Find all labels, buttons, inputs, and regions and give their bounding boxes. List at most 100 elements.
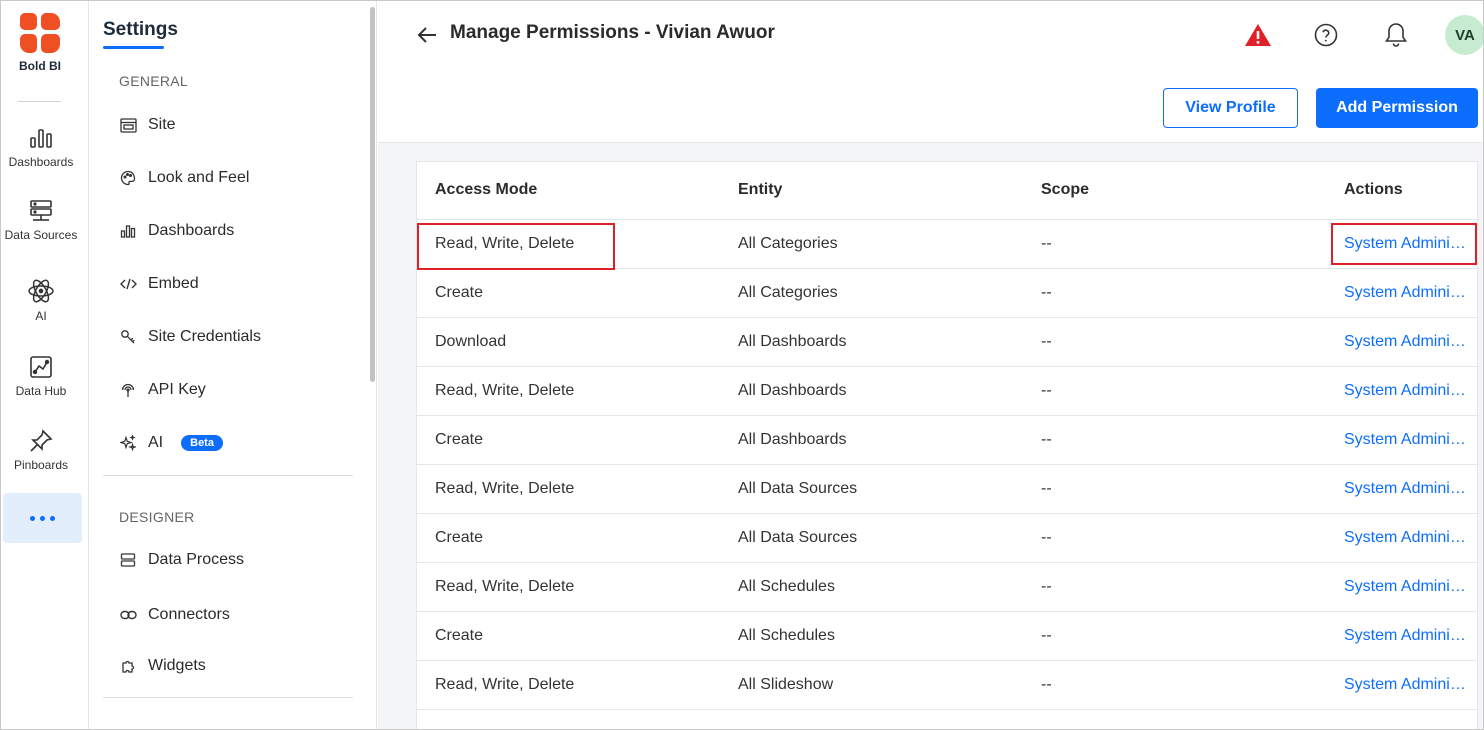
cell-entity: All Dashboards [720, 317, 1023, 367]
table-row: Read, Write, Delete All Categories -- Sy… [417, 219, 1479, 269]
cell-entity: All Data Sources [720, 513, 1023, 563]
settings-divider [103, 475, 353, 476]
settings-item-connectors[interactable]: Connectors [119, 603, 230, 627]
cell-scope: -- [1023, 660, 1326, 710]
settings-item-embed[interactable]: Embed [119, 272, 199, 296]
settings-item-label: Widgets [148, 657, 206, 674]
help-icon[interactable] [1314, 23, 1338, 52]
settings-item-ai[interactable]: AI Beta [119, 431, 223, 455]
settings-item-label: Embed [148, 275, 199, 292]
code-icon [119, 275, 137, 293]
cell-action-link[interactable]: System Administrator [1326, 562, 1479, 612]
main-content: Manage Permissions - Vivian Awuor VA Vie… [378, 1, 1483, 729]
table-row: Read, Write, Delete All Slideshow -- Sys… [417, 660, 1479, 710]
cell-access-mode: Download [417, 317, 720, 367]
column-header-entity[interactable]: Entity [720, 162, 1023, 220]
table-row: Create All Dashboards -- System Administ… [417, 415, 1479, 465]
settings-item-data-process[interactable]: Data Process [119, 548, 244, 572]
cell-access-mode: Read, Write, Delete [417, 366, 720, 416]
settings-item-api-key[interactable]: API Key [119, 378, 206, 402]
table-row: Read, Write, Delete All Schedules -- Sys… [417, 562, 1479, 612]
rail-item-dashboards[interactable]: Dashboards [1, 125, 81, 169]
cell-entity: All Dashboards [720, 415, 1023, 465]
avatar[interactable]: VA [1445, 15, 1483, 55]
cell-action-link[interactable]: System Administrator [1326, 219, 1479, 269]
cell-access-mode: Read, Write, Delete [417, 660, 720, 710]
permissions-table-container: Access Mode Entity Scope Actions Read, W… [416, 161, 1479, 729]
api-key-icon [119, 381, 137, 399]
cell-entity: All Slideshow [720, 660, 1023, 710]
data-process-icon [119, 551, 137, 569]
cell-action-link[interactable]: System Administrator [1326, 268, 1479, 318]
view-profile-button[interactable]: View Profile [1163, 88, 1298, 128]
table-row: Read, Write, Delete All Data Sources -- … [417, 464, 1479, 514]
rail-label: Data Sources [4, 228, 78, 242]
page-title: Manage Permissions - Vivian Awuor [450, 22, 775, 43]
settings-title: Settings [103, 19, 178, 40]
back-arrow-icon[interactable] [415, 23, 439, 52]
cell-access-mode: Read, Write, Delete [417, 562, 720, 612]
key-icon [119, 328, 137, 346]
palette-icon [119, 169, 137, 187]
cell-action-link[interactable]: System Administrator [1326, 366, 1479, 416]
cell-access-mode: Create [417, 268, 720, 318]
table-row: Read, Write, Delete All Dashboards -- Sy… [417, 366, 1479, 416]
cell-action-link[interactable]: System Administrator [1326, 317, 1479, 367]
warning-icon[interactable] [1244, 23, 1272, 52]
sparkle-icon [119, 434, 137, 452]
settings-item-site-credentials[interactable]: Site Credentials [119, 325, 261, 349]
rail-item-ai[interactable]: AI [1, 277, 81, 323]
settings-item-label: AI [148, 434, 164, 451]
cell-action-link[interactable]: System Administrator [1326, 660, 1479, 710]
data-hub-icon [30, 356, 52, 378]
cell-scope: -- [1023, 268, 1326, 318]
cell-entity: All Categories [720, 268, 1023, 318]
widgets-icon [119, 657, 137, 675]
brand[interactable]: Bold BI [1, 13, 79, 73]
rail-item-data-hub[interactable]: Data Hub [1, 354, 81, 398]
rail-label: AI [35, 309, 47, 323]
bell-icon[interactable] [1384, 22, 1408, 53]
bar-chart-icon [30, 129, 52, 148]
cell-access-mode: Read, Write, Delete [417, 464, 720, 514]
cell-access-mode: Create [417, 415, 720, 465]
beta-badge: Beta [181, 435, 223, 451]
settings-title-underline [103, 46, 164, 49]
settings-scrollbar[interactable] [370, 7, 375, 382]
settings-item-label: Dashboards [148, 222, 235, 239]
settings-item-dashboards[interactable]: Dashboards [119, 219, 234, 243]
cell-access-mode: Create [417, 611, 720, 661]
cell-scope: -- [1023, 366, 1326, 416]
column-header-access-mode[interactable]: Access Mode [417, 162, 720, 220]
add-permission-button[interactable]: Add Permission [1316, 88, 1478, 128]
settings-item-look-and-feel[interactable]: Look and Feel [119, 166, 249, 190]
rail-item-data-sources[interactable]: Data Sources [1, 198, 81, 242]
cell-scope: -- [1023, 317, 1326, 367]
settings-item-widgets[interactable]: Widgets [119, 654, 206, 678]
rail-item-pinboards[interactable]: Pinboards [1, 428, 81, 472]
table-row: Download All Dashboards -- System Admini… [417, 317, 1479, 367]
section-label-designer: DESIGNER [119, 509, 195, 525]
cell-access-mode: Create [417, 513, 720, 563]
more-button[interactable] [3, 493, 82, 543]
cell-action-link[interactable]: System Administrator [1326, 611, 1479, 661]
settings-item-site[interactable]: Site [119, 113, 176, 137]
settings-divider [103, 697, 353, 698]
cell-action-link[interactable]: System Administrator [1326, 464, 1479, 514]
link-icon [119, 606, 137, 624]
brand-name: Bold BI [19, 59, 61, 73]
cell-action-link[interactable]: System Administrator [1326, 513, 1479, 563]
cell-action-link[interactable]: System Administrator [1326, 415, 1479, 465]
cell-scope: -- [1023, 464, 1326, 514]
cell-entity: All Data Sources [720, 464, 1023, 514]
settings-item-label: Look and Feel [148, 169, 250, 186]
atom-icon [28, 279, 54, 303]
cell-entity: All Schedules [720, 562, 1023, 612]
settings-item-label: Site Credentials [148, 328, 261, 345]
table-header-row: Access Mode Entity Scope Actions [417, 162, 1479, 220]
column-header-scope[interactable]: Scope [1023, 162, 1326, 220]
cell-entity: All Schedules [720, 611, 1023, 661]
table-row: Create All Categories -- System Administ… [417, 268, 1479, 318]
rail-label: Data Hub [15, 384, 67, 398]
table-row: Create All Data Sources -- System Admini… [417, 513, 1479, 563]
